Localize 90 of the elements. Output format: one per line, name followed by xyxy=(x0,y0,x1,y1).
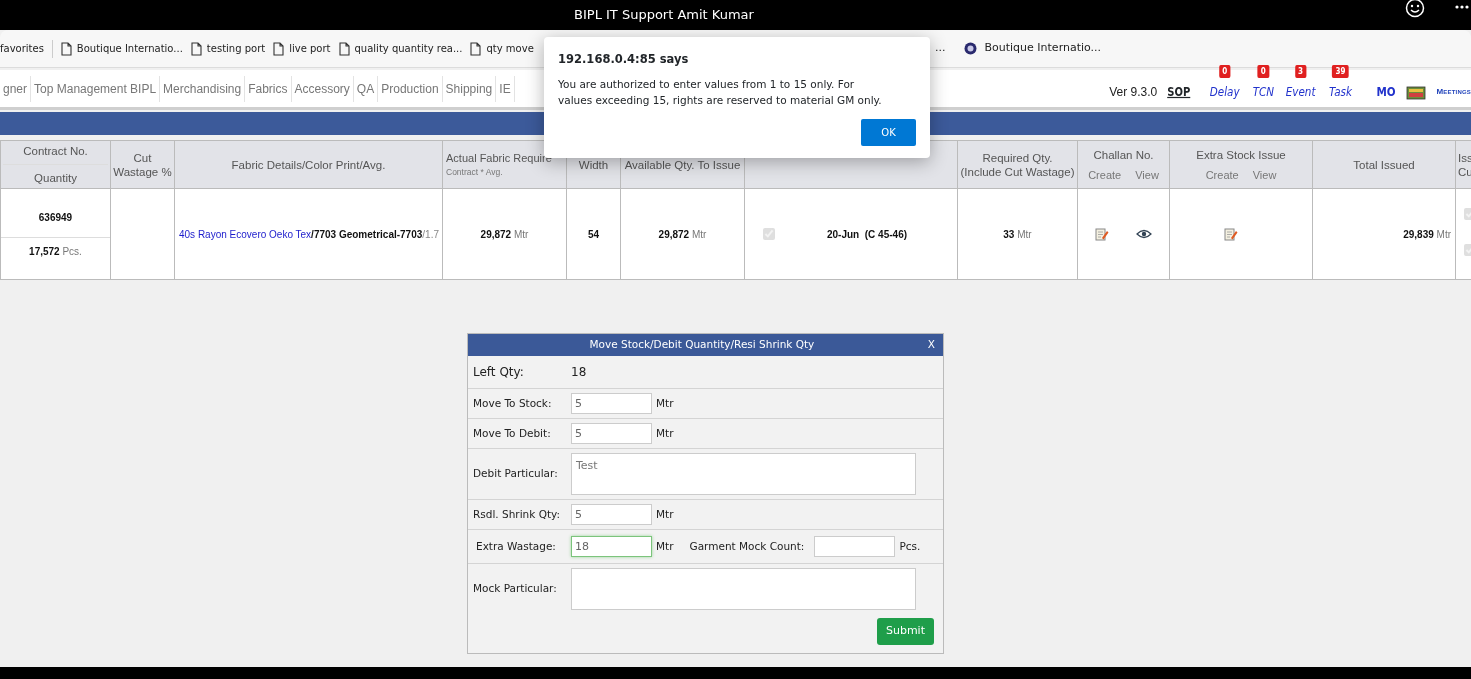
table-cell-text: 636949 xyxy=(37,210,74,225)
quantity-value: 18 xyxy=(571,364,587,381)
table-cell: 54 xyxy=(587,228,600,240)
input-field[interactable] xyxy=(814,536,896,557)
bookmark-link[interactable]: favorites xyxy=(0,41,44,56)
quantity-text: 33 Mtr xyxy=(1003,228,1032,240)
alert-title: 192.168.0.4:85 says xyxy=(558,51,690,68)
bookmark-link[interactable]: testing port xyxy=(206,41,266,56)
close-button[interactable]: X xyxy=(927,337,935,353)
column-action: Create xyxy=(1088,167,1122,182)
column-header: Quantity xyxy=(3,164,108,185)
column-header: Extra Stock Issue xyxy=(1195,147,1287,162)
column-header: Required Qty. xyxy=(981,150,1054,165)
column-header: (Include Cut Wastage) xyxy=(960,164,1075,179)
field-label: Left Qty: xyxy=(473,364,525,381)
bookmark-link[interactable]: Boutique Internatio... xyxy=(76,41,183,56)
field-label: Move To Stock: xyxy=(473,395,553,411)
menu-item[interactable]: QA xyxy=(353,75,379,102)
menu-item[interactable]: Production xyxy=(378,75,443,102)
unit-label: Mtr xyxy=(656,538,674,554)
menu-item[interactable]: IE xyxy=(496,75,515,102)
column-header: Width xyxy=(577,157,610,172)
page-icon xyxy=(60,41,72,56)
quantity-text: 29,872 Mtr xyxy=(480,228,529,240)
menu-item[interactable]: Top Management BIPL xyxy=(31,75,161,102)
more-icon[interactable] xyxy=(1455,5,1469,9)
smiley-icon[interactable] xyxy=(1405,0,1425,18)
ok-button[interactable]: OK xyxy=(861,119,916,146)
unit-label: Pcs. xyxy=(899,538,921,554)
submit-button[interactable]: Submit xyxy=(876,618,934,645)
logo-icon xyxy=(963,42,977,55)
input-field[interactable]: 5 xyxy=(571,423,652,444)
column-header: Wastage % xyxy=(113,164,172,179)
table-cell: 17,572 Pcs. xyxy=(1,236,110,259)
field-label: Mock Particular: xyxy=(473,581,558,597)
board-icon xyxy=(1406,83,1427,100)
input-field[interactable]: 5 xyxy=(571,393,652,414)
page-icon xyxy=(190,41,202,56)
column-action: Create xyxy=(1205,167,1239,182)
column-header: Challan No. xyxy=(1092,147,1155,162)
column-header: Available Qty. To Issue xyxy=(623,157,742,172)
field-label: Extra Wastage: xyxy=(475,538,557,554)
column-action: View xyxy=(1252,167,1277,182)
count-badge: 3 xyxy=(1295,64,1307,78)
count-badge: 0 xyxy=(1219,64,1231,78)
field-label: Rsdl. Shrink Qty: xyxy=(473,506,562,522)
input-field[interactable]: 5 xyxy=(571,504,652,525)
field-label: Move To Debit: xyxy=(473,425,552,441)
column-note: Contract * Avg. xyxy=(446,165,504,179)
text-area[interactable]: Test xyxy=(571,453,916,495)
window-title: BIPL IT Support Amit Kumar xyxy=(573,6,755,25)
page-icon xyxy=(338,41,350,56)
bookmark-link[interactable]: qty move xyxy=(486,41,534,56)
unit-label: Mtr xyxy=(656,425,674,441)
meetings-link[interactable]: Meetings xyxy=(1436,85,1471,98)
menu-item[interactable]: gner xyxy=(0,75,32,102)
column-header: Cut xyxy=(132,150,153,165)
column-header: Contract No. xyxy=(22,144,89,158)
count-badge: 0 xyxy=(1257,64,1269,78)
edit-icon[interactable] xyxy=(1095,227,1110,241)
column-header: Total Issued xyxy=(1352,157,1416,172)
input-field[interactable]: 18 xyxy=(571,536,652,557)
menu-item[interactable]: Merchandising xyxy=(160,75,246,102)
unit-label: Mtr xyxy=(656,395,674,411)
sop-link[interactable]: SOP xyxy=(1167,82,1191,101)
date-text: 20-Jun (C 45-46) xyxy=(827,227,908,242)
fabric-details: 40s Rayon Ecovero Oeko Tex/7703 Geometrical-7703/1.7 xyxy=(179,228,439,240)
field-label: Debit Particular: xyxy=(473,466,559,482)
unit-label: Mtr xyxy=(656,506,674,522)
quantity-text: 29,839 Mtr xyxy=(1403,228,1451,240)
column-header: Actual Fabric Require xyxy=(446,150,553,165)
quantity-text: 29,872 Mtr xyxy=(658,228,707,240)
menu-item[interactable]: Shipping xyxy=(442,75,497,102)
column-action: View xyxy=(1135,167,1159,182)
bookmark-link[interactable]: Boutique Internatio... xyxy=(984,40,1102,57)
column-header: Fabric Details/Color Print/Avg. xyxy=(230,157,387,172)
version-label: Ver 9.3.0 xyxy=(1109,83,1158,101)
page-icon xyxy=(273,41,285,56)
header-link[interactable]: MO xyxy=(1376,81,1396,102)
bookmark-link[interactable]: live port xyxy=(289,41,331,56)
eye-icon[interactable] xyxy=(1135,229,1152,239)
edit-icon[interactable] xyxy=(1224,227,1238,241)
menu-item[interactable]: Fabrics xyxy=(245,75,292,102)
alert-message: You are authorized to enter values from 1 to 15 only. For values exceeding 15, rights are reserved to material GM only. xyxy=(558,77,883,109)
page-icon xyxy=(470,41,482,56)
menu-item[interactable]: Accessory xyxy=(291,75,354,102)
bookmark-link[interactable]: quality quantity rea... xyxy=(354,41,463,56)
field-label: Garment Mock Count: xyxy=(689,538,805,554)
dialog-title: Move Stock/Debit Quantity/Resi Shrink Qty xyxy=(588,337,816,353)
bookmark-link[interactable]: ... xyxy=(935,40,946,57)
